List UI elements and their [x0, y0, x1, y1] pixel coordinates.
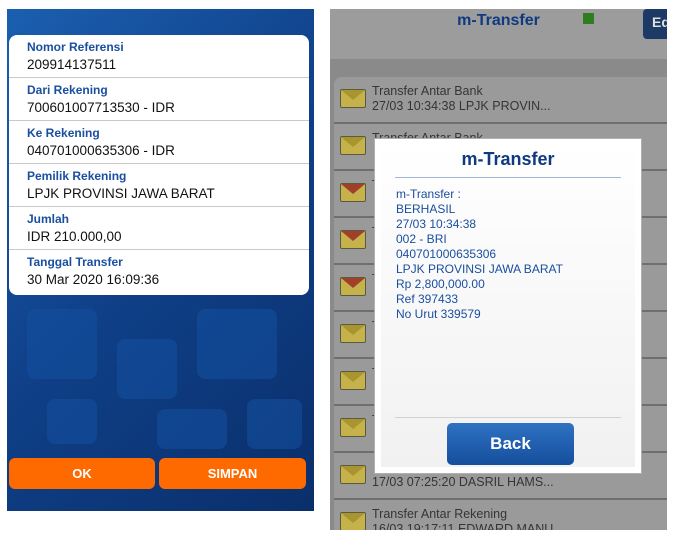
background-tile — [27, 309, 97, 379]
list-item[interactable]: Transfer Antar Rekening 16/03 19:17:11 E… — [334, 500, 667, 530]
back-button[interactable]: Back — [447, 423, 574, 465]
envelope-icon — [340, 465, 366, 484]
item-subtitle: 27/03 10:34:38 LPJK PROVIN... — [372, 99, 551, 113]
field-from-account: Dari Rekening 700601007713530 - IDR — [9, 78, 309, 121]
divider — [395, 417, 621, 418]
envelope-icon — [340, 136, 366, 155]
m-transfer-dialog: m-Transfer m-Transfer : BERHASIL 27/03 1… — [375, 139, 641, 473]
field-label: Nomor Referensi — [27, 40, 124, 54]
app-title: m-Transfer — [457, 12, 540, 29]
field-account-owner: Pemilik Rekening LPJK PROVINSI JAWA BARA… — [9, 164, 309, 207]
message-line: BERHASIL — [396, 202, 456, 216]
envelope-icon — [340, 512, 366, 530]
field-value: IDR 210.000,00 — [27, 229, 122, 244]
message-line: Ref 397433 — [396, 292, 459, 306]
background-tile — [157, 409, 227, 449]
item-subtitle: 17/03 07:25:20 DASRIL HAMS... — [372, 475, 554, 489]
item-subtitle: 16/03 19:17:11 EDWARD MANU... — [372, 522, 564, 530]
field-label: Ke Rekening — [27, 126, 100, 140]
message-line: m-Transfer : — [396, 187, 461, 201]
field-value: 700601007713530 - IDR — [27, 100, 175, 115]
divider — [395, 177, 621, 178]
edit-button[interactable]: Ed — [643, 9, 667, 39]
field-label: Tanggal Transfer — [27, 255, 123, 269]
background-tile — [47, 399, 97, 444]
message-line: No Urut 339579 — [396, 307, 481, 321]
envelope-red-icon — [340, 277, 366, 296]
app-header: m-Transfer Ed — [330, 9, 667, 59]
field-label: Dari Rekening — [27, 83, 108, 97]
status-indicator-icon — [583, 13, 594, 24]
save-button[interactable]: SIMPAN — [159, 458, 306, 489]
message-line: Rp 2,800,000.00 — [396, 277, 485, 291]
field-value: LPJK PROVINSI JAWA BARAT — [27, 186, 215, 201]
field-value: 30 Mar 2020 16:09:36 — [27, 272, 160, 287]
item-title: Transfer Antar Bank — [372, 84, 483, 98]
field-value: 209914137511 — [27, 57, 117, 72]
envelope-red-icon — [340, 230, 366, 249]
envelope-icon — [340, 418, 366, 437]
envelope-icon — [340, 324, 366, 343]
field-to-account: Ke Rekening 040701000635306 - IDR — [9, 121, 309, 164]
field-label: Jumlah — [27, 212, 70, 226]
message-line: 27/03 10:34:38 — [396, 217, 477, 231]
background-tile — [117, 339, 177, 399]
item-title: Transfer Antar Rekening — [372, 507, 508, 521]
background-tile — [247, 399, 302, 449]
envelope-red-icon — [340, 183, 366, 202]
field-amount: Jumlah IDR 210.000,00 — [9, 207, 309, 250]
background-tile — [197, 309, 277, 379]
dialog-message: m-Transfer : BERHASIL 27/03 10:34:38 002… — [396, 187, 563, 322]
field-reference: Nomor Referensi 209914137511 — [9, 35, 309, 78]
message-line: 040701000635306 — [396, 247, 497, 261]
dialog-body: m-Transfer m-Transfer : BERHASIL 27/03 1… — [381, 145, 635, 467]
list-item[interactable]: Transfer Antar Bank 27/03 10:34:38 LPJK … — [334, 77, 667, 124]
envelope-icon — [340, 89, 366, 108]
ok-button[interactable]: OK — [9, 458, 155, 489]
dialog-title: m-Transfer — [461, 149, 555, 169]
receipt-card: Nomor Referensi 209914137511 Dari Rekeni… — [9, 35, 309, 295]
message-line: LPJK PROVINSI JAWA BARAT — [396, 262, 563, 276]
field-label: Pemilik Rekening — [27, 169, 127, 183]
envelope-icon — [340, 371, 366, 390]
message-line: 002 - BRI — [396, 232, 447, 246]
field-transfer-date: Tanggal Transfer 30 Mar 2020 16:09:36 — [9, 250, 309, 295]
field-value: 040701000635306 - IDR — [27, 143, 175, 158]
transfer-receipt-screen: Nomor Referensi 209914137511 Dari Rekeni… — [7, 9, 314, 511]
